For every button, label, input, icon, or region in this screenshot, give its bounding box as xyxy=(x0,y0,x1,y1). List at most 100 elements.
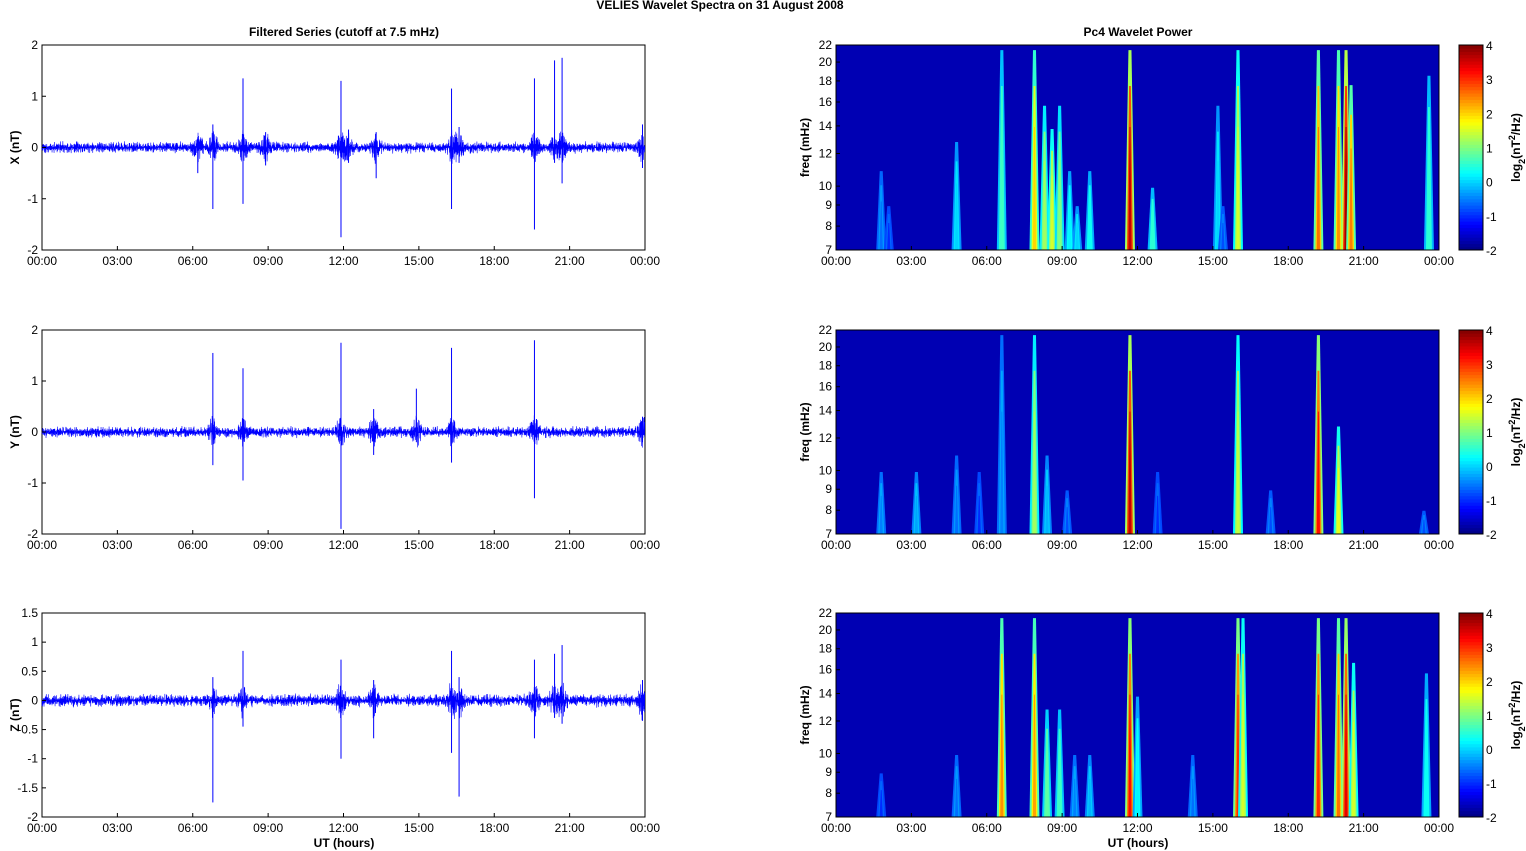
colorbar-cell xyxy=(1459,355,1483,360)
colorbar-tick-label: 1 xyxy=(1486,426,1493,440)
colorbar-cell xyxy=(1459,676,1483,681)
colorbar-cell xyxy=(1459,664,1483,668)
colorbar-tick-label: 1 xyxy=(1486,709,1493,723)
colorbar-cell xyxy=(1459,785,1483,789)
y-tick-label: 10 xyxy=(819,746,833,760)
y-tick-label: 16 xyxy=(819,663,833,677)
colorbar-cell xyxy=(1459,400,1483,404)
colorbar-cell xyxy=(1459,224,1483,229)
time-series-panel-y: -2-1012Y (nT)00:00 03:00 06:00 09:00 12:00 15… xyxy=(8,323,660,552)
colorbar-cell xyxy=(1459,230,1483,235)
colorbar-tick-label: 3 xyxy=(1486,358,1493,372)
colorbar-cell xyxy=(1459,243,1483,248)
x-tick-label: 21:00 xyxy=(555,538,585,552)
figure-title: VELIES Wavelet Spectra on 31 August 2008 xyxy=(596,0,844,12)
colorbar-cell xyxy=(1459,361,1483,366)
colorbar-cell xyxy=(1459,460,1483,465)
colorbar-cell xyxy=(1459,651,1483,655)
colorbar-cell xyxy=(1459,147,1483,152)
x-tick-label: 03:00 xyxy=(896,538,926,552)
colorbar-cell xyxy=(1459,128,1483,132)
x-tick-label: 21:00 xyxy=(1349,821,1379,835)
y-axis-label: Z (nT) xyxy=(8,698,22,731)
x-tick-label: 06:00 xyxy=(178,821,208,835)
colorbar-cell xyxy=(1459,737,1483,741)
x-tick-label: 12:00 xyxy=(328,254,358,268)
colorbar-tick-label: 4 xyxy=(1486,607,1493,621)
colorbar-tick-label: 2 xyxy=(1486,392,1493,406)
colorbar-cell xyxy=(1459,508,1483,513)
colorbar-cell xyxy=(1459,807,1483,812)
colorbar-tick-label: 2 xyxy=(1486,675,1493,689)
x-axis-label-right: UT (hours) xyxy=(1108,836,1169,850)
colorbar-cell xyxy=(1459,498,1483,503)
colorbar-cell xyxy=(1459,810,1483,815)
colorbar-cell xyxy=(1459,157,1483,161)
colorbar-cell xyxy=(1459,185,1483,190)
colorbar-cell xyxy=(1459,403,1483,407)
x-tick-label: 18:00 xyxy=(1273,821,1303,835)
x-tick-label: 18:00 xyxy=(479,821,509,835)
colorbar-label: log2(nT2/Hz) xyxy=(1507,398,1526,467)
y-tick-label: 12 xyxy=(819,714,833,728)
y-tick-label: 2 xyxy=(31,38,38,52)
time-series-panel-z: -2-1.5-1-0.500.511.5Z (nT)00:00 03:00 06:0… xyxy=(8,606,660,835)
colorbar-cell xyxy=(1459,57,1483,62)
colorbar-cell xyxy=(1459,451,1483,455)
colorbar: -2 -1 0 1 2 3 4 log2(nT2/Hz) xyxy=(1458,39,1526,258)
x-tick-label: 21:00 xyxy=(1349,254,1379,268)
colorbar-cell xyxy=(1459,412,1483,417)
colorbar-cell xyxy=(1459,644,1483,649)
colorbar-cell xyxy=(1459,45,1483,49)
x-tick-label: 12:00 xyxy=(1122,821,1152,835)
x-tick-label: 06:00 xyxy=(972,254,1002,268)
colorbar-cell xyxy=(1459,118,1483,123)
colorbar-cell xyxy=(1459,759,1483,764)
colorbar-cell xyxy=(1459,616,1483,620)
y-tick-label: 1 xyxy=(31,89,38,103)
colorbar-tick-label: 4 xyxy=(1486,39,1493,53)
y-tick-label: 10 xyxy=(819,463,833,477)
y-tick-label: 2 xyxy=(31,323,38,337)
colorbar-cell xyxy=(1459,342,1483,347)
colorbar-cell xyxy=(1459,730,1483,735)
colorbar-cell xyxy=(1459,632,1483,636)
y-tick-label: 10 xyxy=(819,179,833,193)
wavelet-panel-1: 78910121416182022freq (mHz)00:00 03:00 06:… xyxy=(798,38,1526,268)
colorbar-cell xyxy=(1459,198,1483,203)
colorbar-cell xyxy=(1459,237,1483,241)
y-tick-label: 9 xyxy=(825,765,832,779)
x-tick-label: 09:00 xyxy=(1047,821,1077,835)
wavelet-panel-3: 78910121416182022freq (mHz)00:00 03:00 06:… xyxy=(798,606,1526,835)
colorbar-cell xyxy=(1459,141,1483,145)
colorbar-cell xyxy=(1459,352,1483,356)
colorbar-cell xyxy=(1459,699,1483,703)
colorbar-cell xyxy=(1459,797,1483,802)
colorbar-cell xyxy=(1459,689,1483,694)
colorbar-cell xyxy=(1459,670,1483,675)
colorbar-cell xyxy=(1459,727,1483,732)
x-tick-label: 06:00 xyxy=(178,538,208,552)
x-tick-label: 09:00 xyxy=(253,254,283,268)
colorbar-cell xyxy=(1459,173,1483,177)
colorbar-cell xyxy=(1459,778,1483,783)
colorbar-cell xyxy=(1459,641,1483,646)
colorbar-cell xyxy=(1459,125,1483,129)
colorbar-cell xyxy=(1459,746,1483,751)
x-tick-label: 03:00 xyxy=(896,821,926,835)
colorbar-cell xyxy=(1459,390,1483,395)
x-tick-label: 12:00 xyxy=(328,538,358,552)
colorbar-cell xyxy=(1459,613,1483,617)
x-tick-label: 18:00 xyxy=(479,538,509,552)
colorbar-cell xyxy=(1459,715,1483,719)
colorbar-cell xyxy=(1459,93,1483,97)
colorbar-tick-label: -2 xyxy=(1486,811,1497,825)
colorbar-cell xyxy=(1459,240,1483,245)
colorbar-label: log2(nT2/Hz) xyxy=(1507,681,1526,750)
colorbar-cell xyxy=(1459,428,1483,433)
colorbar-cell xyxy=(1459,775,1483,780)
colorbar-cell xyxy=(1459,718,1483,722)
colorbar-cell xyxy=(1459,502,1483,506)
colorbar-cell xyxy=(1459,473,1483,478)
colorbar-cell xyxy=(1459,137,1483,142)
